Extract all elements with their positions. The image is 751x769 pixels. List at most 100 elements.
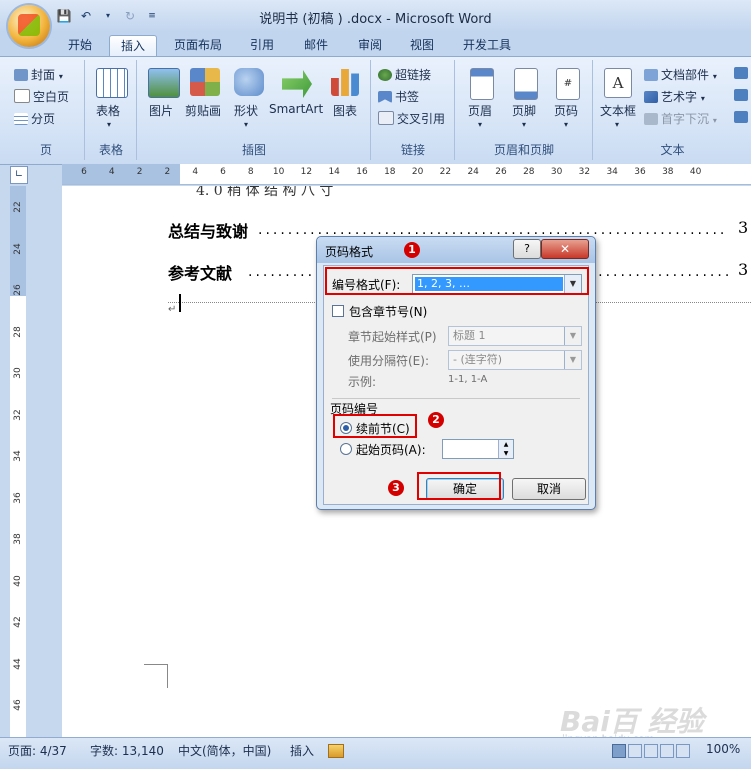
separator-select[interactable]: - (连字符) ▼ [448,350,582,370]
header-icon[interactable] [470,68,494,100]
tab-developer[interactable]: 开发工具 [452,35,522,56]
object-icon[interactable] [734,110,751,124]
chart-icon[interactable] [331,69,359,96]
textbox-icon[interactable]: A [604,68,632,98]
tab-mailings[interactable]: 邮件 [294,35,338,56]
vertical-ruler-mark: 46 [13,699,23,711]
draft-view-icon[interactable] [676,744,690,758]
full-screen-view-icon[interactable] [628,744,642,758]
chapter-style-select[interactable]: 标题 1 ▼ [448,326,582,346]
tab-home[interactable]: 开始 [58,35,102,56]
highlight-box-number-format [325,267,589,295]
highlight-box-ok [417,472,501,500]
ruler-mark: 24 [467,167,479,177]
clipart-button[interactable]: 剪贴画 [185,102,221,119]
drop-cap-button[interactable]: 首字下沉 ▾ [644,110,717,127]
vertical-ruler-mark: 24 [13,242,23,255]
partial-toc-line: 4. 0 稍 体 结 构 八 寸 [196,186,334,199]
quick-parts-button[interactable]: 文档部件 ▾ [644,66,717,83]
dialog-title-bar[interactable]: 页码格式 1 ? ✕ [317,237,595,263]
signature-line-icon[interactable] [734,66,751,80]
save-icon[interactable]: 💾 [56,8,72,24]
chart-button[interactable]: 图表 [333,102,357,119]
cover-page-button[interactable]: 封面 ▾ [14,66,63,83]
zoom-level[interactable]: 100% [706,742,740,756]
bookmark-button[interactable]: 书签 [378,88,419,105]
undo-icon[interactable]: ↶ [78,8,94,24]
help-button[interactable]: ? [513,239,541,259]
checkbox-icon[interactable] [332,305,344,317]
macro-record-icon[interactable] [328,744,344,758]
toc-entry-title: 总结与致谢 [168,222,249,241]
page-number-icon[interactable]: # [556,68,580,100]
shapes-dropdown-icon[interactable]: ▾ [244,120,248,129]
tab-page-layout[interactable]: 页面布局 [165,35,231,56]
dropdown-arrow-icon[interactable]: ▾ [100,8,116,24]
picture-button[interactable]: 图片 [149,102,173,119]
smartart-button[interactable]: SmartArt [269,102,323,116]
include-chapter-checkbox[interactable]: 包含章节号(N) [332,303,427,320]
start-at-spinner[interactable]: ▲ ▼ [442,439,514,459]
spinner-arrows-icon[interactable]: ▲ ▼ [498,440,513,458]
chevron-down-icon[interactable]: ▼ [564,351,581,369]
wordart-button[interactable]: 艺术字 ▾ [644,88,705,105]
header-button[interactable]: 页眉 [468,102,492,119]
links-group: 超链接 书签 交叉引用 链接 [372,60,455,160]
chevron-down-icon[interactable]: ▼ [564,327,581,345]
tab-view[interactable]: 视图 [400,35,444,56]
shapes-button[interactable]: 形状 [234,102,258,119]
radio-icon[interactable] [340,443,352,455]
table-group: 表格 ▾ 表格 [86,60,137,160]
vertical-ruler-mark: 42 [13,616,23,628]
footer-dropdown-icon[interactable]: ▾ [522,120,526,129]
table-dropdown-icon[interactable]: ▾ [107,120,111,129]
insert-mode[interactable]: 插入 [290,742,314,759]
status-bar: 页面: 4/37 字数: 13,140 中文(简体，中国) 插入 100% [0,737,751,769]
highlight-box-continue [333,414,417,438]
step-badge-3: 3 [388,480,404,496]
ribbon-tabs: 开始 插入 页面布局 引用 邮件 审阅 视图 开发工具 [0,32,751,57]
page-number-dropdown-icon[interactable]: ▾ [564,120,568,129]
date-time-icon[interactable] [734,88,751,102]
outline-view-icon[interactable] [660,744,674,758]
tab-insert[interactable]: 插入 [109,35,157,57]
textbox-button[interactable]: 文本框 [600,102,636,119]
cross-reference-button[interactable]: 交叉引用 [378,110,445,127]
page-count[interactable]: 页面: 4/37 [8,742,67,759]
document-background [26,186,62,737]
step-badge-2: 2 [428,412,444,428]
footer-icon[interactable] [514,68,538,100]
clipart-icon[interactable] [190,68,220,96]
header-footer-group-label: 页眉和页脚 [493,143,554,157]
tab-references[interactable]: 引用 [240,35,284,56]
word-count[interactable]: 字数: 13,140 [90,742,164,759]
table-icon[interactable] [96,68,128,98]
hyperlink-button[interactable]: 超链接 [378,66,431,83]
tab-review[interactable]: 审阅 [348,35,392,56]
print-layout-view-icon[interactable] [612,744,626,758]
cancel-button[interactable]: 取消 [512,478,586,500]
shapes-icon[interactable] [234,68,264,96]
customize-qat-icon[interactable]: ≡ [144,8,160,24]
vertical-ruler-mark: 38 [13,533,23,545]
page-number-button[interactable]: 页码 [554,102,578,119]
textbox-dropdown-icon[interactable]: ▾ [615,120,619,129]
redo-icon[interactable]: ↻ [122,8,138,24]
ruler-mark: 16 [356,167,368,177]
start-at-radio[interactable]: 起始页码(A): [340,441,426,458]
page-break-button[interactable]: 分页 [14,110,55,127]
header-dropdown-icon[interactable]: ▾ [478,120,482,129]
separator-value: - (连字符) [453,353,503,366]
picture-icon[interactable] [148,68,180,98]
close-button[interactable]: ✕ [541,239,589,259]
tab-selector-icon[interactable]: ∟ [10,166,28,184]
office-button[interactable] [8,5,50,47]
text-group-label: 文本 [660,143,685,157]
language-indicator[interactable]: 中文(简体，中国) [178,742,271,759]
table-button[interactable]: 表格 [96,102,120,119]
blank-page-button[interactable]: 空白页 [14,88,69,105]
footer-button[interactable]: 页脚 [512,102,536,119]
text-group: A 文本框 ▾ 文档部件 ▾ 艺术字 ▾ 首字下沉 ▾ 文本 [594,60,751,160]
smartart-icon[interactable] [282,70,312,98]
web-layout-view-icon[interactable] [644,744,658,758]
